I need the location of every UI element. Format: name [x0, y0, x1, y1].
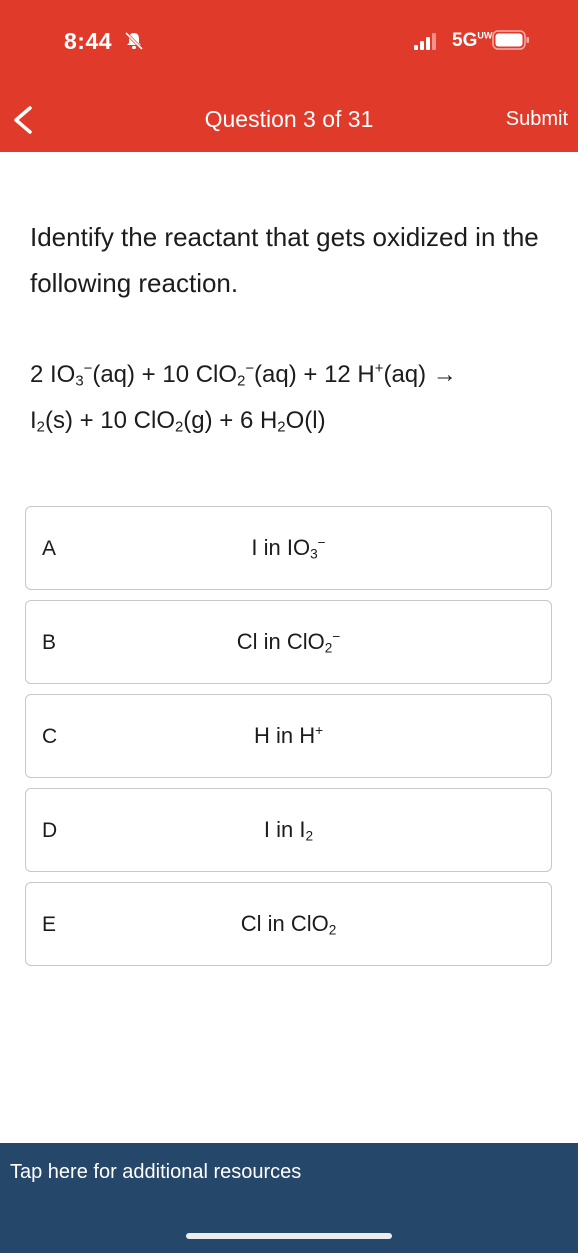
- app-header: 8:44 5GUW Question 3 of 31 Submit: [0, 0, 578, 152]
- choice-text: Cl in ClO2: [240, 911, 337, 938]
- reaction-equation: 2 IO3−(aq) + 10 ClO2−(aq) + 12 H+(aq) → …: [30, 352, 570, 444]
- resources-footer[interactable]: Tap here for additional resources: [0, 1143, 578, 1253]
- choice-e[interactable]: E Cl in ClO2: [25, 882, 552, 966]
- submit-button[interactable]: Submit: [506, 108, 568, 131]
- choice-text: H in H+: [253, 722, 324, 748]
- battery-icon: [492, 30, 529, 50]
- choice-a[interactable]: A I in IO3−: [25, 506, 552, 590]
- network-type: 5GUW: [452, 30, 493, 51]
- choice-text: I in IO3−: [251, 534, 326, 562]
- choice-text: Cl in ClO2−: [236, 628, 341, 656]
- reaction-line-1: 2 IO3−(aq) + 10 ClO2−(aq) + 12 H+(aq) →: [30, 361, 457, 390]
- home-indicator: [186, 1233, 392, 1239]
- resources-link[interactable]: Tap here for additional resources: [10, 1161, 301, 1184]
- choice-b[interactable]: B Cl in ClO2−: [25, 600, 552, 684]
- choice-c[interactable]: C H in H+: [25, 694, 552, 778]
- reaction-line-2: I2(s) + 10 ClO2(g) + 6 H2O(l): [30, 407, 326, 436]
- signal-icon: [414, 32, 444, 50]
- question-counter: Question 3 of 31: [204, 106, 374, 132]
- choice-text: I in I2: [263, 817, 314, 844]
- question-prompt: Identify the reactant that gets oxidized…: [30, 222, 539, 298]
- status-time: 8:44: [64, 28, 113, 54]
- choice-d[interactable]: D I in I2: [25, 788, 552, 872]
- bell-slash-icon: [124, 31, 144, 51]
